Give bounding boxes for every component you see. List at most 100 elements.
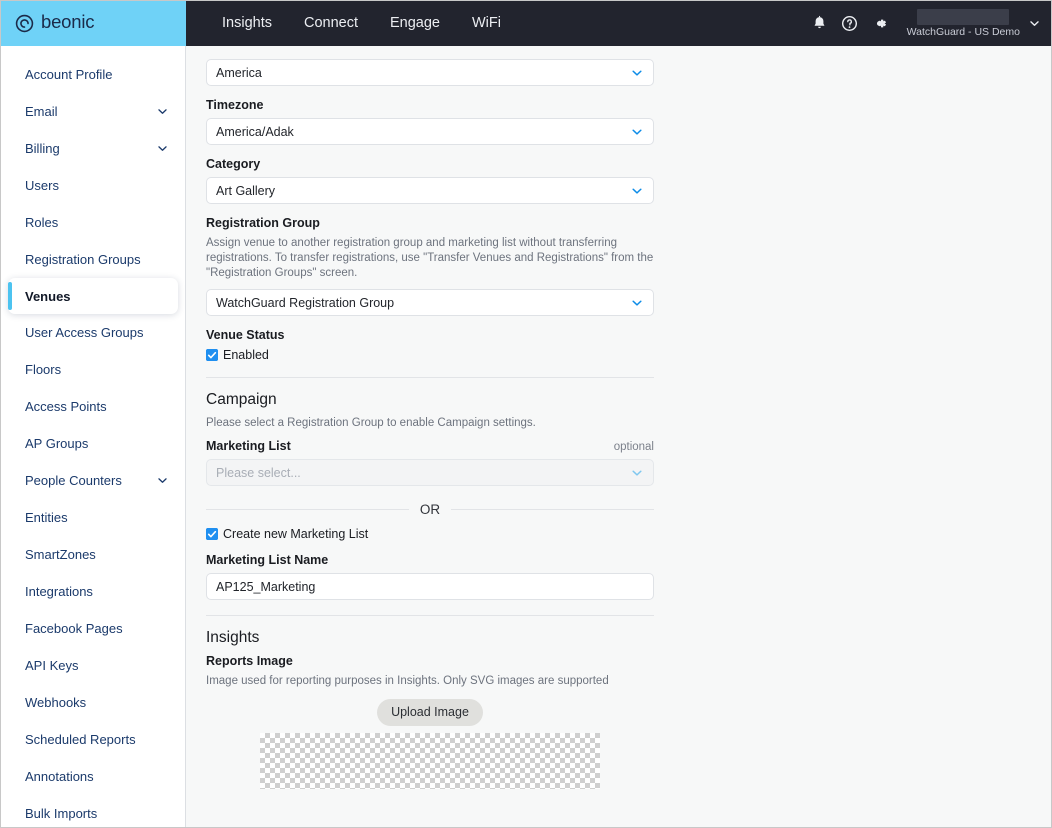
divider-line-right [451, 509, 654, 510]
divider-line-left [206, 509, 409, 510]
chevron-down-icon [630, 466, 644, 480]
sidebar-item-user-access-groups[interactable]: User Access Groups [1, 314, 185, 351]
sidebar-item-label: Account Profile [25, 67, 169, 82]
registration-group-select-value: WatchGuard Registration Group [216, 296, 394, 310]
account-logo-placeholder [917, 9, 1009, 25]
timezone-select-value: America/Adak [216, 125, 294, 139]
sidebar-item-access-points[interactable]: Access Points [1, 388, 185, 425]
brand-logo[interactable]: beonic [1, 1, 186, 46]
venue-settings-form: America Timezone America/Adak Categor [206, 46, 654, 789]
nav-tab-engage[interactable]: Engage [374, 1, 456, 46]
sidebar-nav: Account Profile Email Billing Users Role… [1, 46, 186, 827]
sidebar-item-label: SmartZones [25, 547, 169, 562]
sidebar-item-label: Venues [25, 289, 162, 304]
sidebar-item-users[interactable]: Users [1, 167, 185, 204]
sidebar-item-label: Floors [25, 362, 169, 377]
main-content: America Timezone America/Adak Categor [186, 46, 1051, 827]
sidebar-item-label: Roles [25, 215, 169, 230]
sidebar-item-scheduled-reports[interactable]: Scheduled Reports [1, 721, 185, 758]
beonic-spiral-icon [15, 14, 34, 33]
chevron-down-icon [630, 184, 644, 198]
marketing-list-select[interactable]: Please select... [206, 459, 654, 486]
sidebar-item-label: Webhooks [25, 695, 169, 710]
account-name: WatchGuard - US Demo [907, 26, 1020, 38]
sidebar-item-api-keys[interactable]: API Keys [1, 647, 185, 684]
category-label: Category [206, 157, 654, 171]
sidebar-item-webhooks[interactable]: Webhooks [1, 684, 185, 721]
marketing-list-optional-tag: optional [614, 441, 654, 453]
insights-section-title: Insights [206, 629, 654, 647]
upload-image-button[interactable]: Upload Image [377, 699, 483, 726]
checkbox-checked-icon[interactable] [206, 528, 218, 540]
reports-image-preview [260, 733, 600, 789]
venue-status-checkbox-label: Enabled [223, 348, 269, 362]
sidebar-item-label: Email [25, 104, 156, 119]
top-bar: beonic Insights Connect Engage WiFi [1, 1, 1051, 46]
timezone-select[interactable]: America/Adak [206, 118, 654, 145]
sidebar-item-label: Access Points [25, 399, 169, 414]
sidebar-item-email[interactable]: Email [1, 93, 185, 130]
settings-gear-icon[interactable] [871, 15, 888, 32]
sidebar-item-ap-groups[interactable]: AP Groups [1, 425, 185, 462]
category-select-value: Art Gallery [216, 184, 275, 198]
timezone-label: Timezone [206, 98, 654, 112]
chevron-down-icon [156, 105, 169, 118]
marketing-list-label-row: Marketing List optional [206, 439, 654, 453]
or-text: OR [420, 502, 440, 517]
region-select[interactable]: America [206, 59, 654, 86]
sidebar-item-label: Users [25, 178, 169, 193]
sidebar-item-label: People Counters [25, 473, 156, 488]
sidebar-item-annotations[interactable]: Annotations [1, 758, 185, 795]
sidebar-item-label: Billing [25, 141, 156, 156]
section-divider [206, 377, 654, 378]
top-bar-actions: WatchGuard - US Demo [811, 1, 1051, 46]
sidebar-item-label: Integrations [25, 584, 169, 599]
create-new-marketing-list-row[interactable]: Create new Marketing List [206, 527, 654, 541]
account-switcher[interactable]: WatchGuard - US Demo [907, 9, 1041, 38]
help-question-icon[interactable] [841, 15, 858, 32]
sidebar-item-floors[interactable]: Floors [1, 351, 185, 388]
sidebar-item-account-profile[interactable]: Account Profile [1, 56, 185, 93]
or-divider: OR [206, 502, 654, 517]
marketing-list-label: Marketing List [206, 439, 291, 453]
sidebar-item-venues[interactable]: Venues [8, 278, 178, 314]
marketing-list-name-value: AP125_Marketing [216, 580, 315, 594]
sidebar-item-people-counters[interactable]: People Counters [1, 462, 185, 499]
sidebar-item-smartzones[interactable]: SmartZones [1, 536, 185, 573]
section-divider [206, 615, 654, 616]
sidebar-item-label: User Access Groups [25, 325, 169, 340]
campaign-help: Please select a Registration Group to en… [206, 416, 654, 431]
sidebar-item-registration-groups[interactable]: Registration Groups [1, 241, 185, 278]
marketing-list-name-input[interactable]: AP125_Marketing [206, 573, 654, 600]
sidebar-item-label: Facebook Pages [25, 621, 169, 636]
reports-image-help: Image used for reporting purposes in Ins… [206, 674, 654, 689]
chevron-down-icon [156, 474, 169, 487]
notifications-bell-icon[interactable] [811, 15, 828, 32]
nav-tab-wifi[interactable]: WiFi [456, 1, 517, 46]
upload-button-wrap: Upload Image [206, 699, 654, 726]
app-window: beonic Insights Connect Engage WiFi [0, 0, 1052, 828]
sidebar-item-billing[interactable]: Billing [1, 130, 185, 167]
sidebar-item-label: API Keys [25, 658, 169, 673]
checkbox-checked-icon[interactable] [206, 349, 218, 361]
sidebar-item-roles[interactable]: Roles [1, 204, 185, 241]
venue-status-checkbox-row[interactable]: Enabled [206, 348, 654, 362]
category-select[interactable]: Art Gallery [206, 177, 654, 204]
sidebar-item-label: Bulk Imports [25, 806, 169, 821]
sidebar-item-bulk-imports[interactable]: Bulk Imports [1, 795, 185, 827]
venue-status-label: Venue Status [206, 328, 654, 342]
sidebar-item-integrations[interactable]: Integrations [1, 573, 185, 610]
sidebar-item-label: Annotations [25, 769, 169, 784]
account-info: WatchGuard - US Demo [907, 9, 1020, 38]
registration-group-select[interactable]: WatchGuard Registration Group [206, 289, 654, 316]
brand-name: beonic [41, 13, 94, 34]
sidebar-item-entities[interactable]: Entities [1, 499, 185, 536]
nav-tab-connect[interactable]: Connect [288, 1, 374, 46]
sidebar-item-facebook-pages[interactable]: Facebook Pages [1, 610, 185, 647]
sidebar-item-label: Registration Groups [25, 252, 169, 267]
sidebar-item-label: AP Groups [25, 436, 169, 451]
nav-tab-insights[interactable]: Insights [206, 1, 288, 46]
top-nav: Insights Connect Engage WiFi [186, 1, 811, 46]
registration-group-help: Assign venue to another registration gro… [206, 236, 654, 281]
create-new-marketing-list-label: Create new Marketing List [223, 527, 368, 541]
